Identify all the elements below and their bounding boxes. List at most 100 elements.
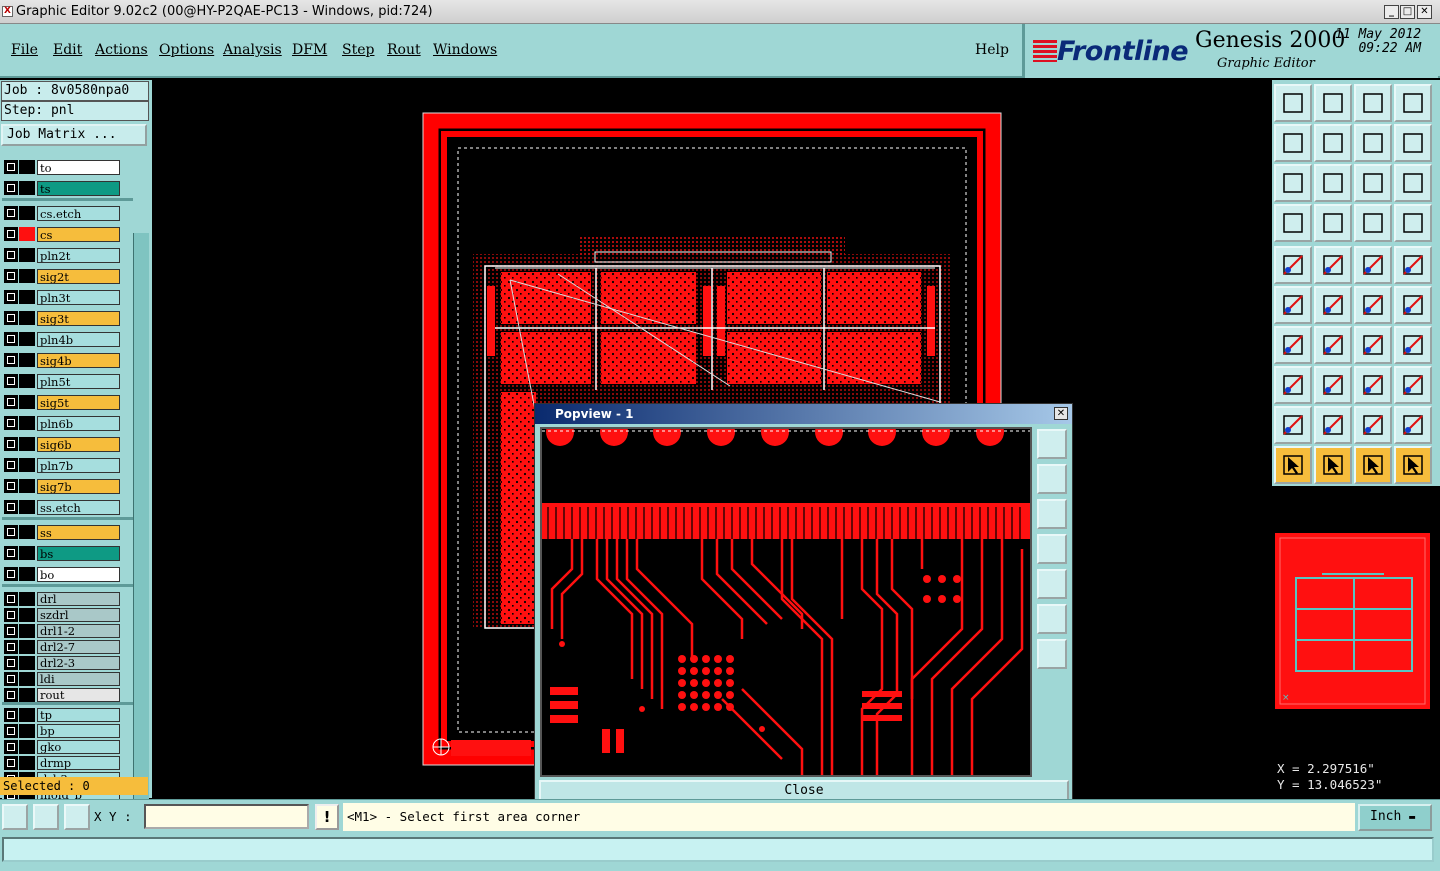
- layer-checkbox[interactable]: [4, 290, 18, 304]
- layer-name[interactable]: to: [37, 160, 120, 175]
- mirror-icon[interactable]: [1394, 326, 1432, 364]
- layer-color-swatch[interactable]: [19, 416, 35, 430]
- popview-fit-icon[interactable]: [1037, 604, 1067, 634]
- layer-color-swatch[interactable]: [19, 500, 35, 514]
- ruler-icon[interactable]: [1354, 246, 1392, 284]
- pointer-box-icon[interactable]: [1314, 446, 1352, 484]
- layer-checkbox[interactable]: [4, 740, 18, 754]
- menu-edit[interactable]: Edit: [53, 42, 82, 58]
- copy-icon[interactable]: [1394, 286, 1432, 324]
- layer-row-sig2t[interactable]: sig2t: [2, 268, 133, 286]
- layer-name[interactable]: sig4b: [37, 353, 120, 368]
- layer-row-pln7b[interactable]: pln7b: [2, 457, 133, 475]
- layer-color-swatch[interactable]: [19, 248, 35, 262]
- layer-name[interactable]: sig7b: [37, 479, 120, 494]
- layer-name[interactable]: drl2-7: [37, 640, 120, 654]
- layer-checkbox[interactable]: [4, 624, 18, 638]
- menu-options[interactable]: Options: [159, 42, 214, 58]
- zoom-profile-icon[interactable]: [1314, 164, 1352, 202]
- layer-name[interactable]: pln6b: [37, 416, 120, 431]
- layer-row-sig5t[interactable]: sig5t: [2, 394, 133, 412]
- grid-toggle-icon[interactable]: [1314, 204, 1352, 242]
- menu-actions[interactable]: Actions: [95, 42, 148, 58]
- snap-icon[interactable]: [2, 804, 28, 830]
- layer-checkbox[interactable]: [4, 269, 18, 283]
- layer-row-ss.etch[interactable]: ss.etch: [2, 499, 133, 517]
- fit-center-icon[interactable]: [1354, 366, 1392, 404]
- layer-name[interactable]: ss.etch: [37, 500, 120, 515]
- layer-color-swatch[interactable]: [19, 437, 35, 451]
- popview-center-icon[interactable]: [1037, 639, 1067, 669]
- layer-row-sig4b[interactable]: sig4b: [2, 352, 133, 370]
- popview-zoom-view[interactable]: [540, 427, 1032, 777]
- zoom-one-to-one-icon[interactable]: [1354, 164, 1392, 202]
- layer-scrollbar[interactable]: [133, 233, 149, 851]
- layer-row-cs.etch[interactable]: cs.etch: [2, 205, 133, 223]
- layer-color-swatch[interactable]: [19, 479, 35, 493]
- layer-checkbox[interactable]: [4, 525, 18, 539]
- layer-color-swatch[interactable]: [19, 640, 35, 654]
- add-arc-icon[interactable]: [1314, 326, 1352, 364]
- layer-color-swatch[interactable]: [19, 546, 35, 560]
- layer-name[interactable]: sig5t: [37, 395, 120, 410]
- pan-left-icon[interactable]: [1274, 124, 1312, 162]
- layer-color-swatch[interactable]: [19, 290, 35, 304]
- layer-checkbox[interactable]: [4, 640, 18, 654]
- snap-intersect-icon[interactable]: [1354, 204, 1392, 242]
- layer-name[interactable]: tp: [37, 708, 120, 722]
- measure-icon[interactable]: [33, 804, 59, 830]
- minimize-button[interactable]: _: [1384, 5, 1399, 19]
- layer-name[interactable]: sig3t: [37, 311, 120, 326]
- layer-row-pln4b[interactable]: pln4b: [2, 331, 133, 349]
- resize-icon[interactable]: [1274, 366, 1312, 404]
- layer-name[interactable]: ss: [37, 525, 120, 540]
- layer-color-swatch[interactable]: [19, 395, 35, 409]
- layer-name[interactable]: pln2t: [37, 248, 120, 263]
- layer-checkbox[interactable]: [4, 756, 18, 770]
- layer-color-swatch[interactable]: [19, 227, 35, 241]
- layer-name[interactable]: gko: [37, 740, 120, 754]
- layer-checkbox[interactable]: [4, 416, 18, 430]
- display-settings-icon[interactable]: [1274, 204, 1312, 242]
- layer-name[interactable]: drmp: [37, 756, 120, 770]
- popview-close-icon[interactable]: ✕: [1054, 407, 1068, 420]
- maximize-button[interactable]: □: [1400, 5, 1415, 19]
- popview-up-icon[interactable]: [1037, 464, 1067, 494]
- move-icon[interactable]: [1354, 286, 1392, 324]
- layer-color-swatch[interactable]: [19, 525, 35, 539]
- layer-color-swatch[interactable]: [19, 740, 35, 754]
- menu-file[interactable]: File: [11, 42, 38, 58]
- route-icon[interactable]: [1394, 446, 1432, 484]
- layer-name[interactable]: szdrl: [37, 608, 120, 622]
- layer-checkbox[interactable]: [4, 708, 18, 722]
- layer-checkbox[interactable]: [4, 656, 18, 670]
- layer-name[interactable]: bp: [37, 724, 120, 738]
- layer-row-sig3t[interactable]: sig3t: [2, 310, 133, 328]
- layer-name[interactable]: drl: [37, 592, 120, 606]
- layer-name[interactable]: drl1-2: [37, 624, 120, 638]
- layer-color-swatch[interactable]: [19, 592, 35, 606]
- grid-icon[interactable]: [64, 804, 90, 830]
- unit-selector[interactable]: Inch ▬: [1358, 804, 1432, 831]
- pan-down-icon[interactable]: [1314, 84, 1352, 122]
- tri-move-icon[interactable]: [1354, 406, 1392, 444]
- layer-name[interactable]: ldi: [37, 672, 120, 686]
- layer-row-bs[interactable]: bs: [2, 545, 133, 563]
- layer-color-swatch[interactable]: [19, 724, 35, 738]
- layer-checkbox[interactable]: [4, 592, 18, 606]
- layer-color-swatch[interactable]: [19, 624, 35, 638]
- layer-color-swatch[interactable]: [19, 353, 35, 367]
- layer-name[interactable]: bo: [37, 567, 120, 582]
- layer-row-cs[interactable]: cs: [2, 226, 133, 244]
- select-pad-icon[interactable]: [1274, 246, 1312, 284]
- layer-checkbox[interactable]: [4, 248, 18, 262]
- layer-row-bo[interactable]: bo: [2, 566, 133, 584]
- pan-up-icon[interactable]: [1274, 84, 1312, 122]
- tri-mirror-icon[interactable]: [1394, 406, 1432, 444]
- layer-checkbox[interactable]: [4, 546, 18, 560]
- layer-color-swatch[interactable]: [19, 708, 35, 722]
- layer-row-ts[interactable]: ts: [2, 180, 133, 198]
- layer-checkbox[interactable]: [4, 332, 18, 346]
- layer-checkbox[interactable]: [4, 608, 18, 622]
- popview-left-icon[interactable]: [1037, 534, 1067, 564]
